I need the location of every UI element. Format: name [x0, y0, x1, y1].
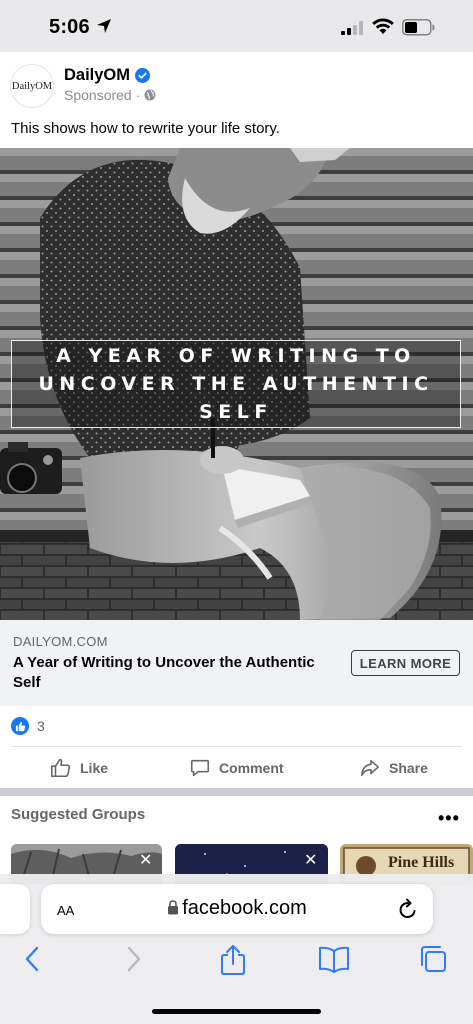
- page-name-row: DailyOM: [64, 66, 151, 85]
- share-button[interactable]: Share: [359, 750, 428, 786]
- link-domain: DAILYOM.COM: [13, 634, 108, 649]
- address-bar[interactable]: AA facebook.com: [41, 884, 433, 934]
- ad-headline-line-2: UNCOVER THE AUTHENTIC: [38, 373, 434, 395]
- back-icon[interactable]: [22, 944, 42, 974]
- url-display[interactable]: facebook.com: [41, 897, 433, 920]
- feed-separator: [0, 788, 473, 796]
- browser-toolbar: AA facebook.com: [0, 874, 473, 1024]
- sponsored-row: Sponsored ·: [64, 87, 156, 103]
- dismiss-group-button[interactable]: ✕: [304, 850, 317, 870]
- like-label: Like: [80, 760, 109, 776]
- suggested-groups-title: Suggested Groups: [11, 806, 146, 823]
- reload-icon[interactable]: [397, 897, 419, 921]
- status-bar: 5:06: [0, 0, 473, 52]
- battery-icon: [402, 19, 435, 36]
- page-avatar[interactable]: DailyOM: [10, 64, 54, 108]
- link-title[interactable]: A Year of Writing to Uncover the Authent…: [13, 653, 338, 693]
- wifi-icon: [372, 18, 394, 34]
- ad-headline-overlay: A YEAR OF WRITING TO UNCOVER THE AUTHENT…: [11, 342, 461, 426]
- ad-headline-line-3: SELF: [199, 401, 273, 423]
- reaction-count: 3: [37, 718, 45, 734]
- post-actions: Like Comment Share: [0, 750, 473, 786]
- share-icon[interactable]: [219, 944, 247, 976]
- reactions-divider: [11, 746, 462, 747]
- tabs-icon[interactable]: [418, 944, 448, 974]
- ad-headline-line-1: A YEAR OF WRITING TO: [56, 345, 416, 367]
- share-label: Share: [389, 760, 428, 776]
- post-header: DailyOM DailyOM Sponsored ·: [0, 52, 473, 116]
- like-button[interactable]: Like: [50, 750, 108, 786]
- share-arrow-icon: [360, 759, 380, 777]
- home-indicator: [152, 1009, 321, 1014]
- sponsored-label[interactable]: Sponsored: [64, 87, 132, 103]
- post-caption: This shows how to rewrite your life stor…: [11, 120, 280, 137]
- group-card-badge-text: Pine Hills: [388, 854, 455, 871]
- suggested-groups: Suggested Groups ••• ✕ ✕ Pine Hills: [0, 796, 473, 886]
- thumbs-up-icon: [51, 758, 71, 778]
- dismiss-group-button[interactable]: ✕: [139, 850, 152, 870]
- learn-more-button[interactable]: LEARN MORE: [351, 650, 460, 676]
- globe-icon: [144, 89, 156, 101]
- ad-image[interactable]: A YEAR OF WRITING TO UNCOVER THE AUTHENT…: [0, 148, 473, 620]
- like-reaction-icon: [11, 717, 29, 735]
- url-text: facebook.com: [182, 897, 307, 919]
- comment-label: Comment: [219, 760, 284, 776]
- comment-button[interactable]: Comment: [189, 750, 284, 786]
- location-arrow-icon: [97, 19, 111, 33]
- verified-badge-icon: [135, 68, 151, 83]
- bookmarks-icon[interactable]: [317, 944, 351, 974]
- avatar-logo-text: DailyOM: [11, 80, 53, 92]
- status-time: 5:06: [49, 16, 90, 38]
- lock-icon: [168, 900, 179, 915]
- ad-link-bar[interactable]: DAILYOM.COM A Year of Writing to Uncover…: [0, 620, 473, 706]
- dot-separator: ·: [135, 87, 141, 103]
- previous-tab-edge[interactable]: [0, 884, 30, 934]
- more-options-icon[interactable]: •••: [438, 808, 460, 829]
- cellular-signal-icon: [341, 21, 363, 35]
- reaction-summary[interactable]: 3: [11, 717, 45, 735]
- comment-bubble-icon: [190, 759, 210, 777]
- page-name[interactable]: DailyOM: [64, 66, 130, 85]
- forward-icon[interactable]: [124, 944, 144, 974]
